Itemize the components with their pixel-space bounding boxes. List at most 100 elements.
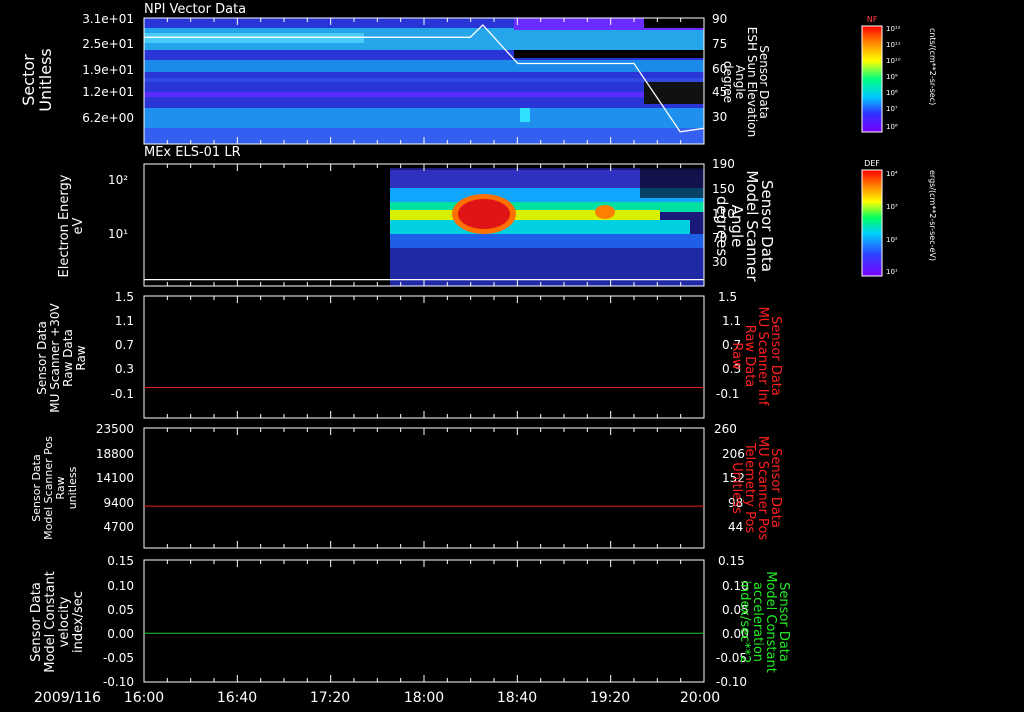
right-tick: 1.1 (722, 314, 741, 328)
npi-band-highlight (144, 33, 364, 43)
y-tick: 4700 (103, 520, 134, 534)
panel-scanner-pos: 23500 18800 14100 9400 4700 260 206 152 … (30, 422, 783, 549)
axis-label-line: degree (721, 61, 735, 103)
y-tick: 2.5e+01 (82, 37, 134, 51)
right-tick: 44 (728, 520, 743, 534)
y-tick: -0.05 (103, 651, 134, 665)
panel-els: MEx ELS-01 LR 10² 10¹ 190 150 110 70 30 … (57, 145, 776, 287)
els-spot (595, 205, 615, 219)
axis-label-line: velocity (57, 596, 72, 647)
colorbar-tick: 10⁸ (886, 89, 898, 97)
right-tick: 1.5 (718, 290, 737, 304)
right-tick: -0.10 (716, 675, 747, 689)
y-tick: 23500 (96, 422, 134, 436)
mu-30v-x-ticks (143, 296, 705, 418)
colorbar-tick: 10² (886, 236, 898, 244)
axis-label-line: Sensor Data (29, 582, 44, 662)
npi-gap-top (644, 18, 704, 28)
axis-label-line: Model Constant (43, 571, 58, 673)
time-tick-label: 16:40 (217, 690, 257, 706)
colorbar-title: NF (867, 15, 878, 24)
y-tick: 1.2e+01 (82, 85, 134, 99)
y-tick: 6.2e+00 (82, 111, 134, 125)
y-tick: 0.05 (107, 603, 134, 617)
colorbar-tick: 10⁶ (886, 123, 898, 131)
time-tick-label: 16:00 (124, 690, 164, 706)
y-tick: 3.1e+01 (82, 12, 134, 26)
npi-band-sector-6 (144, 108, 704, 128)
colorbar-def-scale (861, 169, 883, 277)
axis-label-line: eV (71, 217, 86, 234)
right-tick: 75 (712, 37, 727, 51)
figure-svg: NPI Vector Data 3.1e+01 2.5e+01 1.9e+01 … (19, 2, 937, 706)
y-tick: 1.9e+01 (82, 63, 134, 77)
npi-band-sector-12 (144, 92, 704, 97)
colorbar-tick: 10¹ (886, 268, 898, 276)
left-axis-label: Sensor Data MU Scanner +30V Raw Data Raw (35, 303, 88, 413)
left-axis-label: Electron Energy eV (57, 174, 86, 277)
axis-label-line: Electron Energy (57, 174, 72, 277)
axis-label-line: degrees (713, 196, 731, 257)
panel-npi: NPI Vector Data 3.1e+01 2.5e+01 1.9e+01 … (19, 2, 771, 145)
right-tick: -0.1 (716, 387, 739, 401)
y-tick: -0.1 (111, 387, 134, 401)
colorbar-title: DEF (864, 159, 880, 168)
right-tick: 30 (712, 255, 727, 269)
y-tick: 0.3 (115, 362, 134, 376)
y-tick: 0.15 (107, 554, 134, 568)
y-tick: 14100 (96, 471, 134, 485)
time-tick-label: 18:40 (497, 690, 537, 706)
colorbar-nf: NF 10¹² 10¹¹ 10¹⁰ 10⁹ 10⁸ 10⁷ 10⁶ cnts/(… (861, 15, 937, 133)
colorbar-tick: 10⁷ (886, 105, 898, 113)
npi-gap-low (644, 82, 704, 104)
colorbar-def: DEF 10⁴ 10³ 10² 10¹ ergs/(cm**2-sr-sec-e… (861, 159, 937, 277)
model-constant-frame (143, 559, 705, 683)
axis-label-line: Unitless (36, 48, 55, 112)
model-constant-x-ticks (143, 560, 705, 682)
axis-label-line: MU Scanner +30V (48, 303, 62, 413)
right-tick: 190 (712, 157, 735, 171)
axis-label-line: Unitless (729, 462, 744, 514)
y-tick: 1.5 (115, 290, 134, 304)
y-tick: -0.10 (103, 675, 134, 689)
right-tick: 0.15 (718, 554, 745, 568)
left-axis-label: Sensor Data Model Constant velocity inde… (29, 571, 86, 673)
colorbar-tick: 10⁹ (886, 73, 898, 81)
npi-band-sector-15 (144, 78, 704, 82)
right-tick: 260 (714, 422, 737, 436)
time-tick-label: 18:00 (404, 690, 444, 706)
axis-label-line: Raw (729, 342, 744, 370)
colorbar-tick: 10⁴ (886, 170, 898, 178)
y-tick: 9400 (103, 496, 134, 510)
y-tick: 10¹ (108, 227, 128, 241)
y-tick: 1.1 (115, 314, 134, 328)
axis-label-line: index/sec**2 (737, 580, 752, 663)
npi-gap-mid (514, 50, 704, 58)
els-heatmap (390, 168, 704, 286)
axis-label-line: index/sec (71, 591, 86, 653)
right-tick: 90 (712, 12, 727, 26)
els-band-lower (390, 234, 704, 248)
right-tick: 30 (712, 110, 727, 124)
axis-label-line: Raw (74, 345, 88, 370)
panel-title: MEx ELS-01 LR (144, 145, 241, 160)
right-axis-label: Sensor Data ESH Sun Elevation Angle degr… (721, 27, 771, 137)
time-tick-label: 20:00 (680, 690, 720, 706)
time-tick-label: 17:20 (310, 690, 350, 706)
panel-mu-30v: 1.5 1.1 0.7 0.3 -0.1 1.5 1.1 0.7 0.3 -0.… (35, 290, 783, 419)
y-tick: 0.10 (107, 579, 134, 593)
els-band-bottom (390, 248, 704, 286)
panel-title: NPI Vector Data (144, 2, 246, 17)
axis-label-line: Sensor Data (35, 321, 49, 395)
colorbar-nf-scale (861, 25, 883, 133)
date-label: 2009/116 (34, 690, 101, 706)
scanner-pos-x-ticks (143, 428, 705, 548)
y-tick: 18800 (96, 447, 134, 461)
npi-spot (520, 108, 530, 122)
npi-band-sector-19 (144, 60, 704, 72)
els-band-cyan (390, 220, 690, 234)
colorbar-unit: cnts/(cm**2-sr-sec) (928, 28, 937, 105)
y-tick: 0.7 (115, 338, 134, 352)
axis-label-line: unitless (66, 466, 79, 509)
y-tick: 10² (108, 173, 128, 187)
